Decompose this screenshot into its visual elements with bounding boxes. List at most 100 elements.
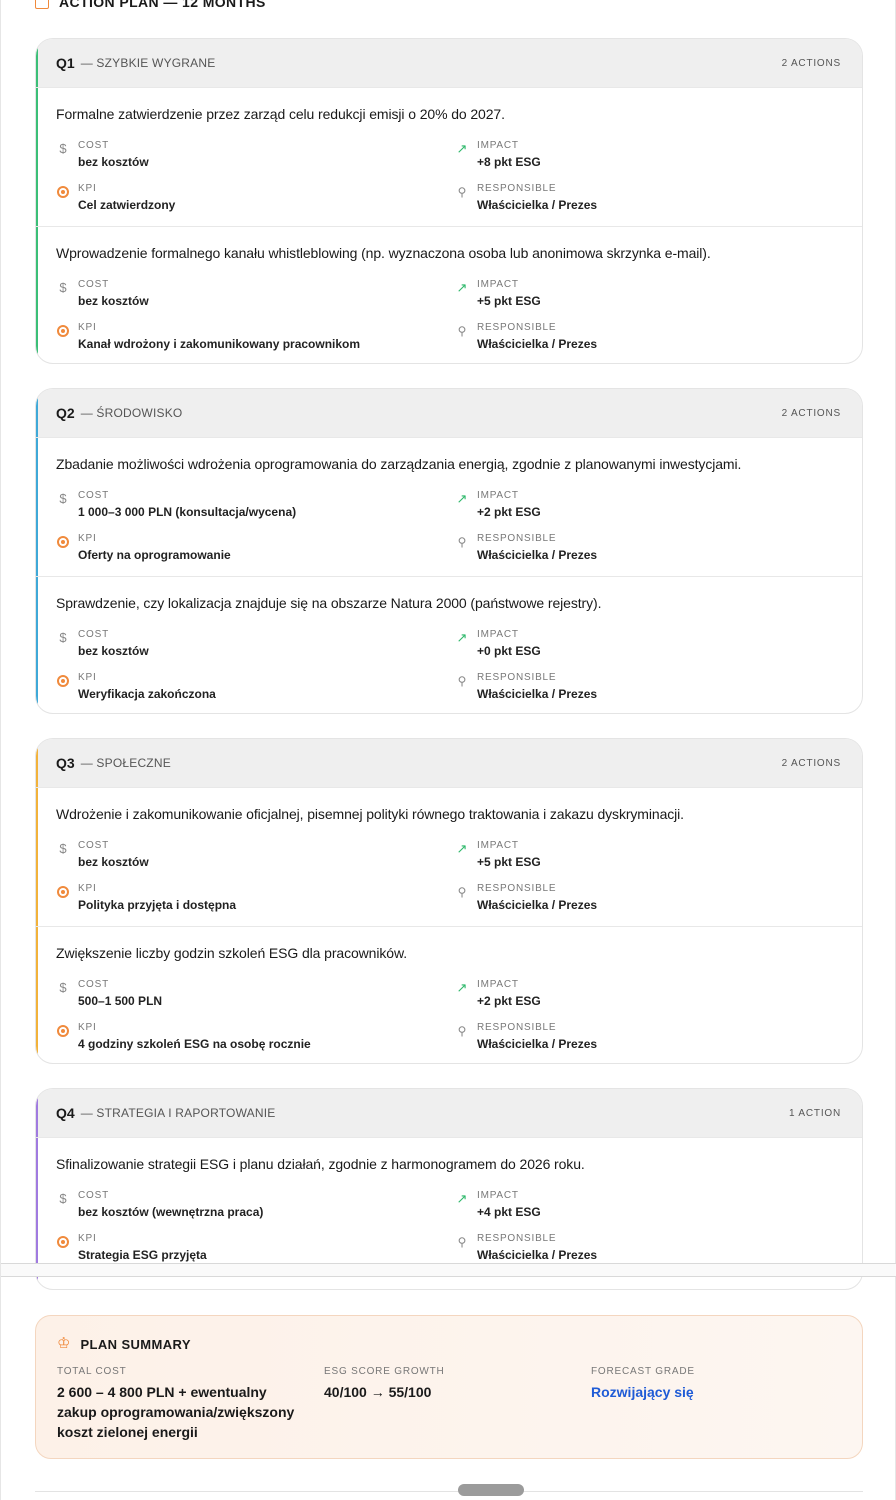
field-label: RESPONSIBLE: [477, 533, 557, 544]
target-icon: [57, 186, 69, 198]
user-icon: ⚲: [457, 535, 467, 549]
kpi-value: 4 godziny szkoleń ESG na osobę rocznie: [78, 1037, 311, 1051]
target-icon: [57, 1236, 69, 1248]
quarter-code: Q2: [56, 405, 75, 421]
forecast-grade-block: FORECAST GRADE Rozwijający się: [591, 1366, 695, 1402]
action-plan-page: ACTION PLAN — 12 MONTHS Q1 — SZYBKIE WYG…: [0, 0, 896, 1500]
target-icon: [57, 886, 69, 898]
trending-up-icon: ↗: [456, 841, 468, 856]
total-cost-line: zakup oprogramowania/zwiększony: [57, 1404, 295, 1420]
field-label: IMPACT: [477, 979, 519, 990]
total-cost-line: 2 600 – 4 800 PLN + ewentualny: [57, 1384, 267, 1400]
quarter-header: Q3 — SPOŁECZNE 2 ACTIONS: [36, 739, 862, 787]
field-label: KPI: [78, 322, 97, 333]
quarter-name: — SPOŁECZNE: [80, 756, 171, 770]
kpi-value: Kanał wdrożony i zakomunikowany pracowni…: [78, 337, 361, 351]
user-icon: ⚲: [457, 674, 467, 688]
quarter-code: Q3: [56, 755, 75, 771]
summary-header: ♔ PLAN SUMMARY: [57, 1336, 191, 1352]
responsible-value: Właścicielka / Prezes: [477, 898, 598, 912]
forecast-grade-label: FORECAST GRADE: [591, 1366, 695, 1377]
impact-value: +5 pkt ESG: [477, 294, 541, 308]
field-label: COST: [78, 490, 109, 501]
action-item: Zwiększenie liczby godzin szkoleń ESG dl…: [36, 926, 862, 1063]
award-icon: ♔: [57, 1335, 71, 1352]
quarter-name: — ŚRODOWISKO: [80, 406, 183, 420]
field-label: COST: [78, 979, 109, 990]
impact-value: +4 pkt ESG: [477, 1205, 541, 1219]
impact-value: +5 pkt ESG: [477, 855, 541, 869]
responsible-value: Właścicielka / Prezes: [477, 337, 598, 351]
field-label: RESPONSIBLE: [477, 322, 557, 333]
dollar-icon: $: [59, 141, 67, 156]
responsible-value: Właścicielka / Prezes: [477, 687, 598, 701]
action-title: Wprowadzenie formalnego kanału whistlebl…: [56, 245, 711, 261]
quarter-name: — STRATEGIA I RAPORTOWANIE: [80, 1106, 276, 1120]
trending-up-icon: ↗: [456, 980, 468, 995]
quarter-card-q4: Q4 — STRATEGIA I RAPORTOWANIE 1 ACTION S…: [35, 1088, 863, 1290]
field-label: COST: [78, 279, 109, 290]
bottom-divider: [35, 1491, 863, 1492]
responsible-value: Właścicielka / Prezes: [477, 548, 598, 562]
quarter-name: — SZYBKIE WYGRANE: [80, 56, 216, 70]
action-title: Zwiększenie liczby godzin szkoleń ESG dl…: [56, 945, 407, 961]
action-item: Wprowadzenie formalnego kanału whistlebl…: [36, 226, 862, 363]
dollar-icon: $: [59, 980, 67, 995]
user-icon: ⚲: [457, 1235, 467, 1249]
user-icon: ⚲: [457, 185, 467, 199]
field-label: COST: [78, 629, 109, 640]
forecast-grade-value: Rozwijający się: [591, 1384, 694, 1400]
responsible-value: Właścicielka / Prezes: [477, 198, 598, 212]
field-label: KPI: [78, 533, 97, 544]
responsible-value: Właścicielka / Prezes: [477, 1248, 598, 1262]
total-cost-line: koszt zielonej energii: [57, 1424, 198, 1440]
kpi-value: Cel zatwierdzony: [78, 198, 176, 212]
impact-value: +2 pkt ESG: [477, 505, 541, 519]
total-cost-label: TOTAL COST: [57, 1366, 127, 1377]
field-label: COST: [78, 1190, 109, 1201]
field-label: IMPACT: [477, 629, 519, 640]
scroll-handle[interactable]: [458, 1484, 524, 1496]
action-title: Sfinalizowanie strategii ESG i planu dzi…: [56, 1156, 585, 1172]
field-label: KPI: [78, 883, 97, 894]
score-growth-label: ESG SCORE GROWTH: [324, 1366, 445, 1377]
summary-title: PLAN SUMMARY: [80, 1336, 191, 1352]
plan-title: ACTION PLAN — 12 MONTHS: [59, 0, 266, 10]
action-item: Formalne zatwierdzenie przez zarząd celu…: [36, 87, 862, 226]
field-label: RESPONSIBLE: [477, 883, 557, 894]
field-label: IMPACT: [477, 140, 519, 151]
action-title: Zbadanie możliwości wdrożenia oprogramow…: [56, 456, 742, 472]
dollar-icon: $: [59, 1191, 67, 1206]
field-label: RESPONSIBLE: [477, 1233, 557, 1244]
dollar-icon: $: [59, 280, 67, 295]
quarter-code: Q4: [56, 1105, 75, 1121]
field-label: COST: [78, 840, 109, 851]
cost-value: bez kosztów: [78, 294, 149, 308]
target-icon: [57, 325, 69, 337]
action-count: 2 ACTIONS: [781, 407, 841, 419]
field-label: RESPONSIBLE: [477, 183, 557, 194]
cost-value: bez kosztów: [78, 855, 149, 869]
score-growth-value: 40/100 → 55/100: [324, 1384, 432, 1400]
kpi-value: Oferty na oprogramowanie: [78, 548, 231, 562]
responsible-value: Właścicielka / Prezes: [477, 1037, 598, 1051]
user-icon: ⚲: [457, 885, 467, 899]
field-label: IMPACT: [477, 840, 519, 851]
field-label: KPI: [78, 1022, 97, 1033]
action-count: 2 ACTIONS: [781, 757, 841, 769]
cost-value: 1 000–3 000 PLN (konsultacja/wycena): [78, 505, 297, 519]
dollar-icon: $: [59, 491, 67, 506]
cost-value: bez kosztów: [78, 155, 149, 169]
kpi-value: Strategia ESG przyjęta: [78, 1248, 207, 1262]
user-icon: ⚲: [457, 324, 467, 338]
dollar-icon: $: [59, 630, 67, 645]
action-item: Sprawdzenie, czy lokalizacja znajduje si…: [36, 576, 862, 713]
score-growth-block: ESG SCORE GROWTH 40/100 → 55/100: [324, 1366, 445, 1402]
field-label: KPI: [78, 183, 97, 194]
plan-header: ACTION PLAN — 12 MONTHS: [35, 0, 266, 10]
action-item: Wdrożenie i zakomunikowanie oficjalnej, …: [36, 787, 862, 926]
target-icon: [57, 1025, 69, 1037]
plan-summary-card: ♔ PLAN SUMMARY TOTAL COST 2 600 – 4 800 …: [35, 1315, 863, 1459]
field-label: IMPACT: [477, 490, 519, 501]
trending-up-icon: ↗: [456, 141, 468, 156]
